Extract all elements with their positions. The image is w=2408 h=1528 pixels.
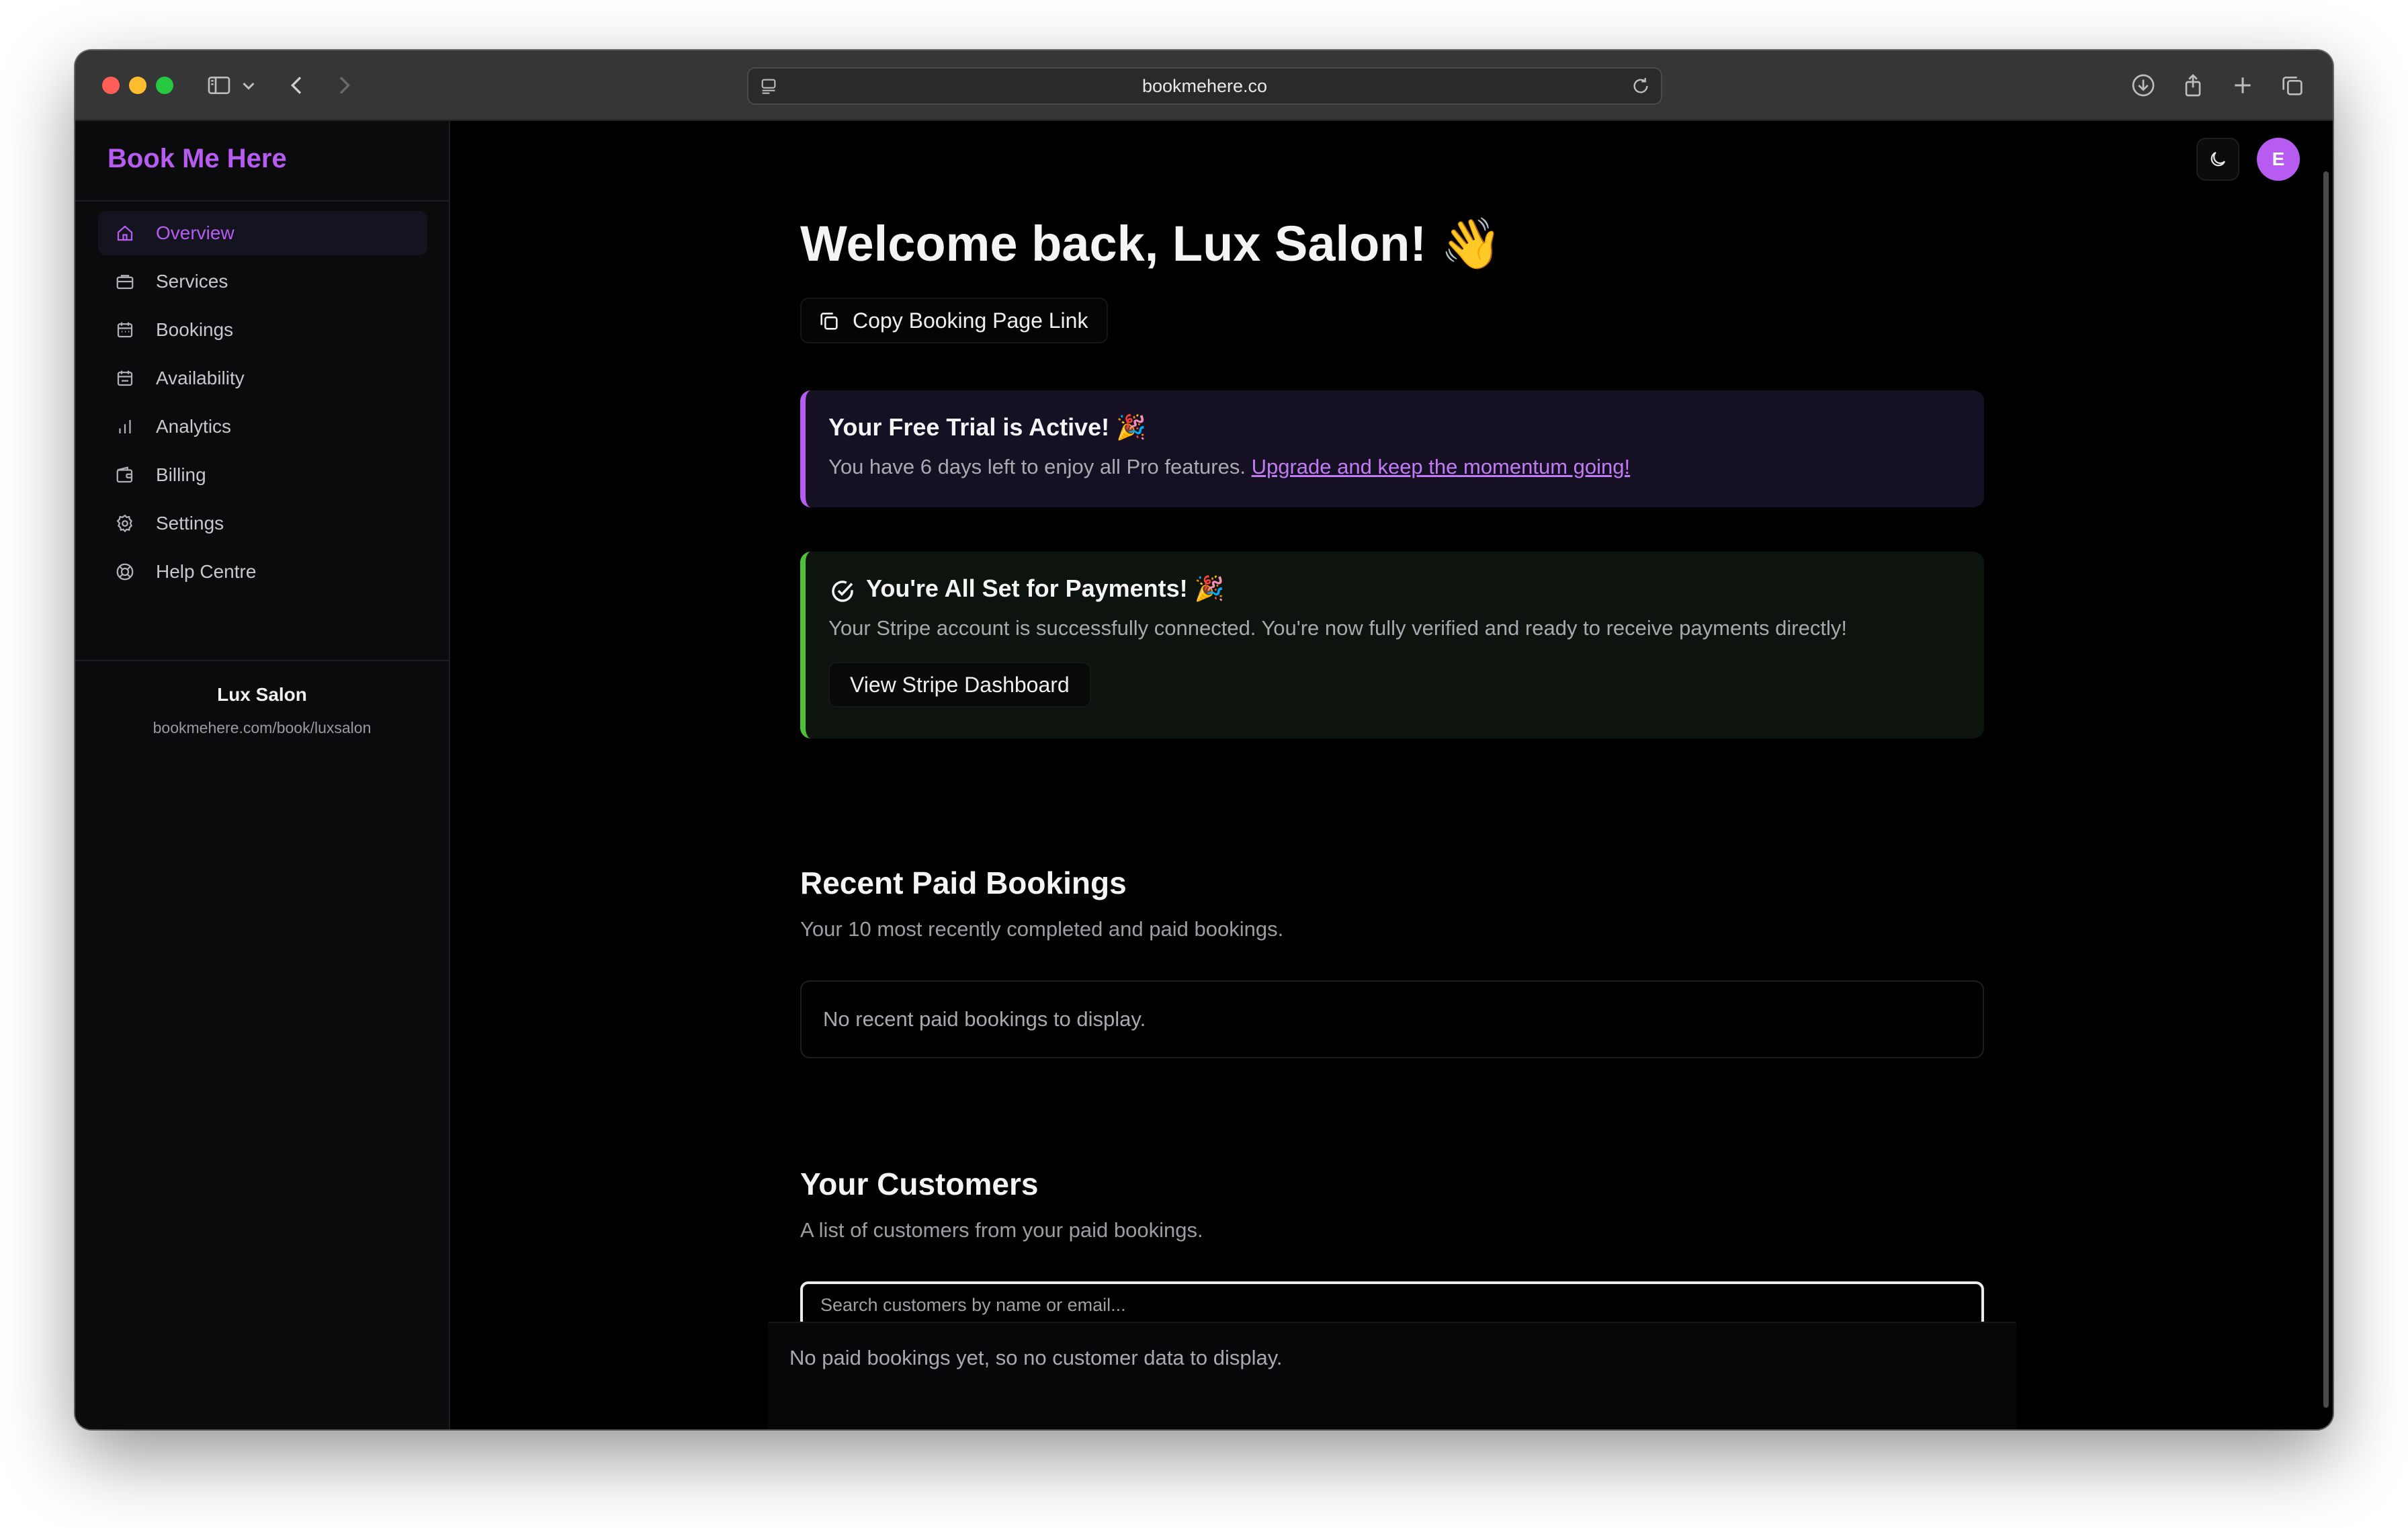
url-text[interactable]: bookmehere.co [748,69,1661,103]
sidebar-item-label: Overview [156,222,234,243]
moon-icon [2210,151,2226,167]
chevron-down-icon[interactable] [236,69,261,101]
bar-chart-icon [113,415,137,439]
recent-bookings-empty-state: No recent paid bookings to display. [800,980,1984,1058]
theme-toggle-button[interactable] [2196,138,2239,181]
browser-toolbar: bookmehere.co [75,50,2333,121]
payments-text: Your Stripe account is successfully conn… [828,616,1847,640]
wallet-icon [113,463,137,487]
calendar-icon [113,318,137,342]
upgrade-link[interactable]: Upgrade and keep the momentum going! [1252,455,1631,478]
empty-state-text: No recent paid bookings to display. [823,1007,1146,1031]
address-bar[interactable]: bookmehere.co [747,67,1662,105]
back-icon[interactable] [281,69,313,101]
sidebar-item-bookings[interactable]: Bookings [98,308,427,352]
home-icon [113,221,137,245]
sidebar-item-help-centre[interactable]: Help Centre [98,550,427,594]
scrollbar[interactable] [2323,171,2329,1408]
recent-bookings-title: Recent Paid Bookings [800,865,1127,900]
customers-subtitle: A list of customers from your paid booki… [800,1218,1203,1242]
sidebar-item-label: Services [156,271,228,292]
download-icon[interactable] [2127,69,2159,101]
sidebar: Book Me Here Overview Services Bookings … [75,121,450,1429]
lifebuoy-icon [113,560,137,584]
tab-overview-icon[interactable] [2276,69,2309,101]
sidebar-item-label: Billing [156,464,206,485]
sidebar-item-analytics[interactable]: Analytics [98,405,427,449]
payments-title: You're All Set for Payments! 🎉 [866,575,1225,602]
business-booking-url: bookmehere.com/book/luxsalon [153,719,372,736]
calendar-clock-icon [113,366,137,390]
sidebar-item-label: Settings [156,513,224,534]
customers-table: No paid bookings yet, so no customer dat… [768,1322,2016,1429]
payments-banner: You're All Set for Payments! 🎉 Your Stri… [800,552,1984,738]
divider [75,200,449,202]
check-circle-icon [832,581,853,602]
trial-banner: Your Free Trial is Active! 🎉 You have 6 … [800,390,1984,507]
recent-bookings-subtitle: Your 10 most recently completed and paid… [800,917,1284,941]
customers-title: Your Customers [800,1166,1039,1201]
page-title: Welcome back, Lux Salon! 👋 [800,216,1502,271]
reload-icon[interactable] [1630,75,1651,97]
close-window-button[interactable] [102,77,120,94]
copy-icon [820,312,838,330]
sidebar-toggle-icon[interactable] [203,69,235,101]
copy-booking-link-label: Copy Booking Page Link [853,308,1088,333]
trial-message: You have 6 days left to enjoy all Pro fe… [828,455,1246,478]
new-tab-icon[interactable] [2227,69,2259,101]
sidebar-item-services[interactable]: Services [98,259,427,304]
divider [75,660,449,661]
forward-icon[interactable] [328,69,360,101]
sidebar-item-settings[interactable]: Settings [98,501,427,546]
sidebar-item-label: Bookings [156,319,234,340]
browser-window: bookmehere.co Book Me Here Overview Serv… [75,50,2333,1429]
trial-title: Your Free Trial is Active! 🎉 [828,413,1146,441]
brand-logo[interactable]: Book Me Here [108,144,287,174]
empty-state-text: No paid bookings yet, so no customer dat… [789,1346,1283,1369]
trial-text: You have 6 days left to enjoy all Pro fe… [828,455,1630,479]
view-stripe-dashboard-button[interactable]: View Stripe Dashboard [828,662,1091,708]
sidebar-item-billing[interactable]: Billing [98,453,427,497]
sidebar-item-label: Availability [156,368,245,388]
avatar[interactable]: E [2257,138,2300,181]
sidebar-item-label: Help Centre [156,561,257,582]
sidebar-item-overview[interactable]: Overview [98,211,427,255]
briefcase-icon [113,269,137,294]
gear-icon [113,511,137,536]
sidebar-item-label: Analytics [156,416,232,437]
sidebar-item-availability[interactable]: Availability [98,356,427,400]
share-icon[interactable] [2177,69,2209,101]
business-name: Lux Salon [217,684,307,705]
zoom-window-button[interactable] [156,77,173,94]
copy-booking-link-button[interactable]: Copy Booking Page Link [800,298,1109,343]
minimize-window-button[interactable] [129,77,146,94]
